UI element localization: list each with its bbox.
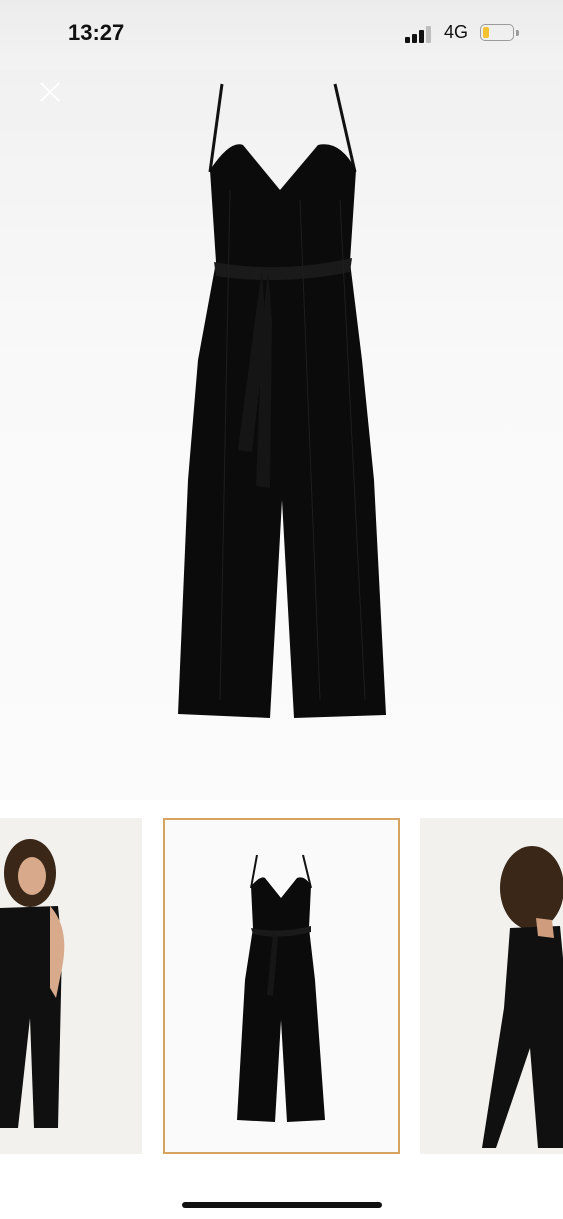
thumbnail-strip [0, 818, 563, 1154]
status-time: 13:27 [68, 20, 125, 45]
battery-cap [516, 30, 519, 36]
signal-icon [405, 25, 435, 43]
close-button[interactable] [34, 76, 66, 108]
home-indicator[interactable] [182, 1202, 382, 1208]
thumbnail-model-front[interactable] [0, 818, 142, 1154]
jumpsuit-illustration [178, 83, 386, 718]
flatlay-illustration [237, 854, 325, 1122]
model-back-illustration [482, 846, 563, 1148]
status-bar: 13:27 4G [0, 0, 563, 70]
thumbnail-product-flatlay[interactable] [163, 818, 400, 1154]
main-product-image[interactable] [0, 70, 563, 800]
network-label: 4G [444, 22, 469, 42]
model-front-illustration [0, 839, 65, 1128]
thumbnail-model-back[interactable] [420, 818, 563, 1154]
battery-icon [480, 24, 514, 41]
